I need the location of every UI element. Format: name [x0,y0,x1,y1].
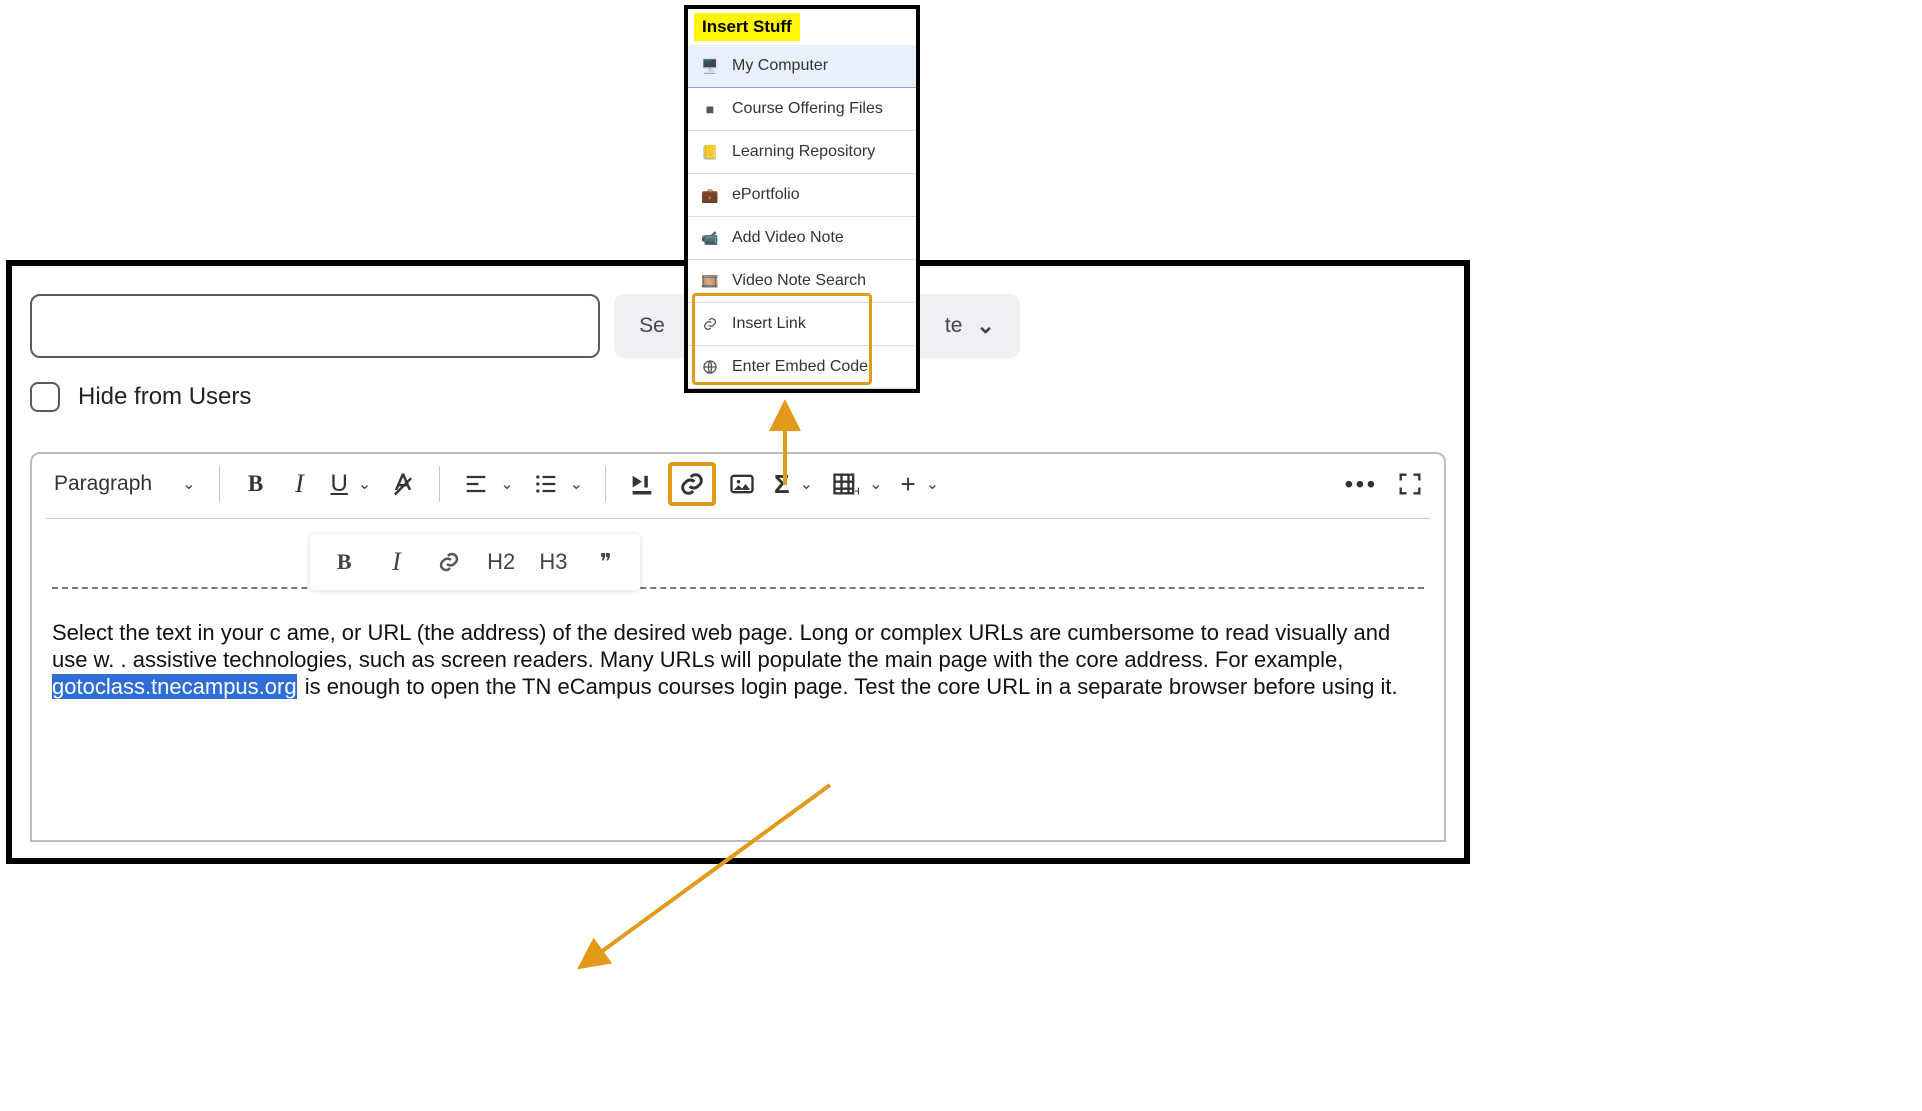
table-button[interactable]: + ⌄ [825,462,888,506]
popup-item-course-files[interactable]: ■ Course Offering Files [688,88,916,131]
popup-item-my-computer[interactable]: 🖥️ My Computer [688,45,916,88]
chevron-down-icon: ⌄ [926,474,939,494]
chevron-down-icon: ⌄ [500,474,513,494]
chevron-down-icon: ⌄ [869,474,882,494]
mini-h2-button[interactable]: H2 [481,549,521,575]
selected-link-text[interactable]: gotoclass.tnecampus.org [52,674,297,699]
chevron-down-icon: ⌄ [182,474,195,494]
folder-icon: ■ [700,101,720,117]
equation-button[interactable]: Σ⌄ [768,462,819,506]
editor-toolbar: Paragraph ⌄ B I U⌄ ⌄ [32,454,1444,514]
popup-item-label: My Computer [732,57,828,75]
paragraph-style-label: Paragraph [54,472,152,496]
separator [439,466,440,502]
body-text-pre: Select the text in your c ame, or URL (t… [52,620,1390,672]
link-icon [700,316,720,332]
more-actions-button[interactable]: ••• [1339,462,1384,506]
monitor-icon: 🖥️ [700,58,720,75]
popup-item-add-video-note[interactable]: 📹 Add Video Note [688,217,916,260]
hide-label: Hide from Users [78,383,251,411]
editor-content[interactable]: Select the text in your c ame, or URL (t… [32,519,1444,700]
popup-item-label: Video Note Search [732,272,866,290]
body-text-post: is enough to open the TN eCampus courses… [299,674,1398,699]
mini-h3-button[interactable]: H3 [533,549,573,575]
popup-item-label: ePortfolio [732,186,800,204]
paragraph-style-select[interactable]: Paragraph ⌄ [46,472,203,496]
camera-icon: 📹 [700,230,720,247]
fullscreen-button[interactable] [1390,462,1430,506]
chevron-down-icon: ⌄ [358,474,371,494]
list-button[interactable]: ⌄ [526,462,589,506]
insert-stuff-popup: Insert Stuff 🖥️ My Computer ■ Course Off… [684,5,920,393]
body-paragraph[interactable]: Select the text in your c ame, or URL (t… [52,619,1424,700]
chevron-down-icon: ⌄ [800,474,813,494]
popup-item-insert-link[interactable]: Insert Link [688,303,916,346]
book-icon: 📒 [700,144,720,161]
underline-button[interactable]: U⌄ [324,462,377,506]
briefcase-icon: 💼 [700,187,720,204]
text-color-button[interactable] [383,462,423,506]
svg-text:+: + [854,483,859,498]
popup-item-video-note-search[interactable]: 🎞️ Video Note Search [688,260,916,303]
mini-italic-button[interactable]: I [376,547,416,577]
rich-text-editor: Paragraph ⌄ B I U⌄ ⌄ [30,452,1446,842]
bold-button[interactable]: B [236,462,274,506]
globe-icon [700,359,720,375]
insert-stuff-button[interactable] [622,462,662,506]
chevron-down-icon: ⌄ [976,313,994,339]
insert-image-button[interactable] [722,462,762,506]
film-icon: 🎞️ [700,273,720,290]
popup-item-label: Course Offering Files [732,100,883,118]
hide-checkbox[interactable] [30,382,60,412]
mini-bold-button[interactable]: B [324,549,364,575]
popup-item-label: Insert Link [732,315,806,333]
popup-item-learning-repo[interactable]: 📒 Learning Repository [688,131,916,174]
popup-item-label: Add Video Note [732,229,844,247]
insert-link-button[interactable] [668,462,716,506]
insert-more-button[interactable]: +⌄ [894,462,945,506]
separator [605,466,606,502]
popup-item-embed-code[interactable]: Enter Embed Code [688,346,916,389]
separator [219,466,220,502]
mini-quote-button[interactable]: ❞ [586,549,626,575]
mini-link-button[interactable] [429,550,469,574]
align-button[interactable]: ⌄ [456,462,519,506]
popup-item-label: Enter Embed Code [732,358,868,376]
popup-title: Insert Stuff [694,13,800,41]
italic-button[interactable]: I [280,462,318,506]
popup-item-label: Learning Repository [732,143,875,161]
chevron-down-icon: ⌄ [570,474,583,494]
title-input[interactable] [30,294,600,358]
popup-item-eportfolio[interactable]: 💼 ePortfolio [688,174,916,217]
selection-mini-toolbar: B I H2 H3 ❞ [310,534,640,590]
section-divider [52,587,1424,589]
